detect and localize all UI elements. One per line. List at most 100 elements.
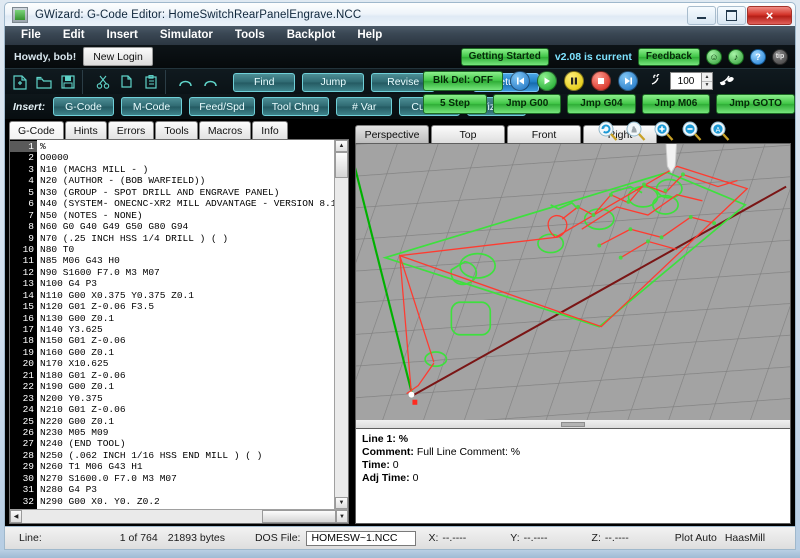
gcode-line[interactable]: N160 G00 Z0.1 xyxy=(40,347,334,358)
gcode-line[interactable]: N80 T0 xyxy=(40,244,334,255)
insert-toolchng-button[interactable]: Tool Chng xyxy=(261,97,330,116)
menu-item-simulator[interactable]: Simulator xyxy=(149,26,224,45)
tip-icon[interactable]: tip xyxy=(772,48,788,65)
gcode-line[interactable]: N210 G01 Z-0.06 xyxy=(40,404,334,415)
gcode-line[interactable]: N60 G0 G40 G49 G50 G80 G94 xyxy=(40,221,334,232)
zoom-out-icon[interactable] xyxy=(681,121,703,142)
zoom-rotate-icon[interactable] xyxy=(597,121,619,142)
gcode-line[interactable]: N290 G00 X0. Y0. Z0.2 xyxy=(40,496,334,507)
gcode-line[interactable]: N10 (MACH3 MILL - ) xyxy=(40,164,334,175)
jump-g04-button[interactable]: Jmp G04 xyxy=(567,94,636,114)
gcode-text-area[interactable]: % O0000 N10 (MACH3 MILL - ) N20 (AUTHOR - (… xyxy=(37,140,334,509)
zoom-in-icon[interactable] xyxy=(653,121,675,142)
tab-info[interactable]: Info xyxy=(252,121,288,139)
gcode-line[interactable]: N90 S1600 F7.0 M3 M07 xyxy=(40,267,334,278)
gcode-line[interactable]: N260 T1 M06 G43 H1 xyxy=(40,461,334,472)
gcode-line[interactable]: N120 G01 Z-0.06 F3.5 xyxy=(40,301,334,312)
tab-hints[interactable]: Hints xyxy=(64,121,107,139)
undo-icon[interactable] xyxy=(177,73,195,91)
close-button[interactable]: × xyxy=(747,5,792,25)
gcode-line[interactable]: N40 (SYSTEM- ONECNC-XR2 MILL ADVANTAGE -… xyxy=(40,198,334,209)
gcode-line[interactable]: N200 Y0.375 xyxy=(40,393,334,404)
gcode-line[interactable]: N150 G01 Z-0.06 xyxy=(40,335,334,346)
blk-del-toggle[interactable]: Blk Del: OFF xyxy=(423,71,504,91)
view-tab-top[interactable]: Top xyxy=(431,125,505,143)
viewport-splitter[interactable] xyxy=(355,420,791,428)
scroll-right-arrow[interactable]: ▼ xyxy=(336,510,348,523)
gcode-line[interactable]: N110 G00 X0.375 Y0.375 Z0.1 xyxy=(40,290,334,301)
gcode-line[interactable]: N240 (END TOOL) xyxy=(40,438,334,449)
menu-item-insert[interactable]: Insert xyxy=(96,26,149,45)
tab-gcode[interactable]: G-Code xyxy=(9,121,64,139)
forward-to-end-icon[interactable] xyxy=(618,71,639,91)
headset-icon[interactable]: ♪ xyxy=(728,48,744,65)
gcode-line[interactable]: N250 (.062 INCH 1/16 HSS END MILL ) ( ) xyxy=(40,450,334,461)
play-icon[interactable] xyxy=(537,71,558,91)
cut-scissors-icon[interactable] xyxy=(94,73,112,91)
gcode-line[interactable]: N85 M06 G43 H0 xyxy=(40,255,334,266)
paste-icon[interactable] xyxy=(142,73,160,91)
scroll-thumb-horizontal[interactable] xyxy=(262,510,336,523)
rewind-to-start-icon[interactable] xyxy=(510,71,531,91)
view-tab-perspective[interactable]: Perspective xyxy=(355,125,429,143)
gcode-line[interactable]: % xyxy=(40,141,334,152)
minimize-button[interactable] xyxy=(687,5,716,25)
getting-started-button[interactable]: Getting Started xyxy=(460,47,549,66)
tab-errors[interactable]: Errors xyxy=(107,121,155,139)
jump-5step-button[interactable]: 5 Step xyxy=(423,94,488,114)
menu-item-backplot[interactable]: Backplot xyxy=(276,26,347,45)
gcode-line[interactable]: N170 X10.625 xyxy=(40,358,334,369)
editor-vertical-scrollbar[interactable]: ▲ ▼ xyxy=(334,140,348,509)
redo-icon[interactable] xyxy=(201,73,219,91)
find-button[interactable]: Find xyxy=(233,72,296,92)
gcode-editor[interactable]: 1 2 3 4 5 6 7 8 9 10 11 12 13 14 15 16 17 18 19 20 21 22 23 24 2… xyxy=(9,139,349,524)
gcode-line[interactable]: N300 Z0.11 xyxy=(40,507,334,509)
gcode-line[interactable]: N280 G4 P3 xyxy=(40,484,334,495)
speed-stepper[interactable]: ▲ ▼ xyxy=(702,72,714,90)
dos-file-field[interactable]: HOMESW~1.NCC xyxy=(306,530,417,546)
new-file-icon[interactable] xyxy=(11,73,29,91)
tab-macros[interactable]: Macros xyxy=(198,121,252,139)
maximize-button[interactable] xyxy=(717,5,746,25)
tab-tools[interactable]: Tools xyxy=(155,121,198,139)
jump-button[interactable]: Jump xyxy=(302,72,365,92)
gcode-line[interactable]: N50 (NOTES - NONE) xyxy=(40,210,334,221)
jump-goto-button[interactable]: Jmp GOTO xyxy=(716,94,795,114)
menu-item-file[interactable]: File xyxy=(5,26,52,45)
scroll-down-arrow[interactable]: ▼ xyxy=(335,497,348,509)
menu-item-help[interactable]: Help xyxy=(346,26,393,45)
stop-icon[interactable] xyxy=(591,71,612,91)
open-folder-icon[interactable] xyxy=(35,73,53,91)
scroll-track-vertical[interactable] xyxy=(335,178,348,497)
pause-icon[interactable] xyxy=(564,71,585,91)
gcode-line[interactable]: N270 S1600.0 F7.0 M3 M07 xyxy=(40,473,334,484)
gcode-line[interactable]: N30 (GROUP - SPOT DRILL AND ENGRAVE PANE… xyxy=(40,187,334,198)
gcode-line[interactable]: N130 G00 Z0.1 xyxy=(40,313,334,324)
save-disk-icon[interactable] xyxy=(59,73,77,91)
feedback-button[interactable]: Feedback xyxy=(637,47,700,66)
copy-icon[interactable] xyxy=(118,73,136,91)
gcode-line[interactable]: N140 Y3.625 xyxy=(40,324,334,335)
view-tab-front[interactable]: Front xyxy=(507,125,581,143)
insert-var-button[interactable]: # Var xyxy=(336,97,393,116)
gcode-line[interactable]: N190 G00 Z0.1 xyxy=(40,381,334,392)
scroll-track-horizontal[interactable] xyxy=(22,510,336,523)
scroll-left-arrow[interactable]: ◀ xyxy=(10,510,22,523)
jump-g00-button[interactable]: Jmp G00 xyxy=(493,94,562,114)
speed-value[interactable]: 100 xyxy=(670,72,703,90)
backplot-viewport[interactable] xyxy=(355,143,791,420)
scroll-thumb-vertical[interactable] xyxy=(335,152,348,178)
gcode-line[interactable]: N220 G00 Z0.1 xyxy=(40,416,334,427)
smiley-icon[interactable]: ☺ xyxy=(706,48,722,65)
menu-item-tools[interactable]: Tools xyxy=(224,26,276,45)
insert-mcode-button[interactable]: M-Code xyxy=(120,97,183,116)
gcode-line[interactable]: N230 M05 M09 xyxy=(40,427,334,438)
editor-horizontal-scrollbar[interactable]: ◀ ▼ xyxy=(10,509,348,523)
insert-gcode-button[interactable]: G-Code xyxy=(53,97,114,116)
gcode-line[interactable]: N20 (AUTHOR - (BOB WARFIELD)) xyxy=(40,175,334,186)
fast-rabbit-icon[interactable] xyxy=(719,74,735,89)
zoom-all-icon[interactable]: A xyxy=(709,121,731,142)
zoom-pan-icon[interactable] xyxy=(625,121,647,142)
gcode-line[interactable]: N70 (.25 INCH HSS 1/4 DRILL ) ( ) xyxy=(40,233,334,244)
slow-rabbit-icon[interactable] xyxy=(650,73,664,89)
